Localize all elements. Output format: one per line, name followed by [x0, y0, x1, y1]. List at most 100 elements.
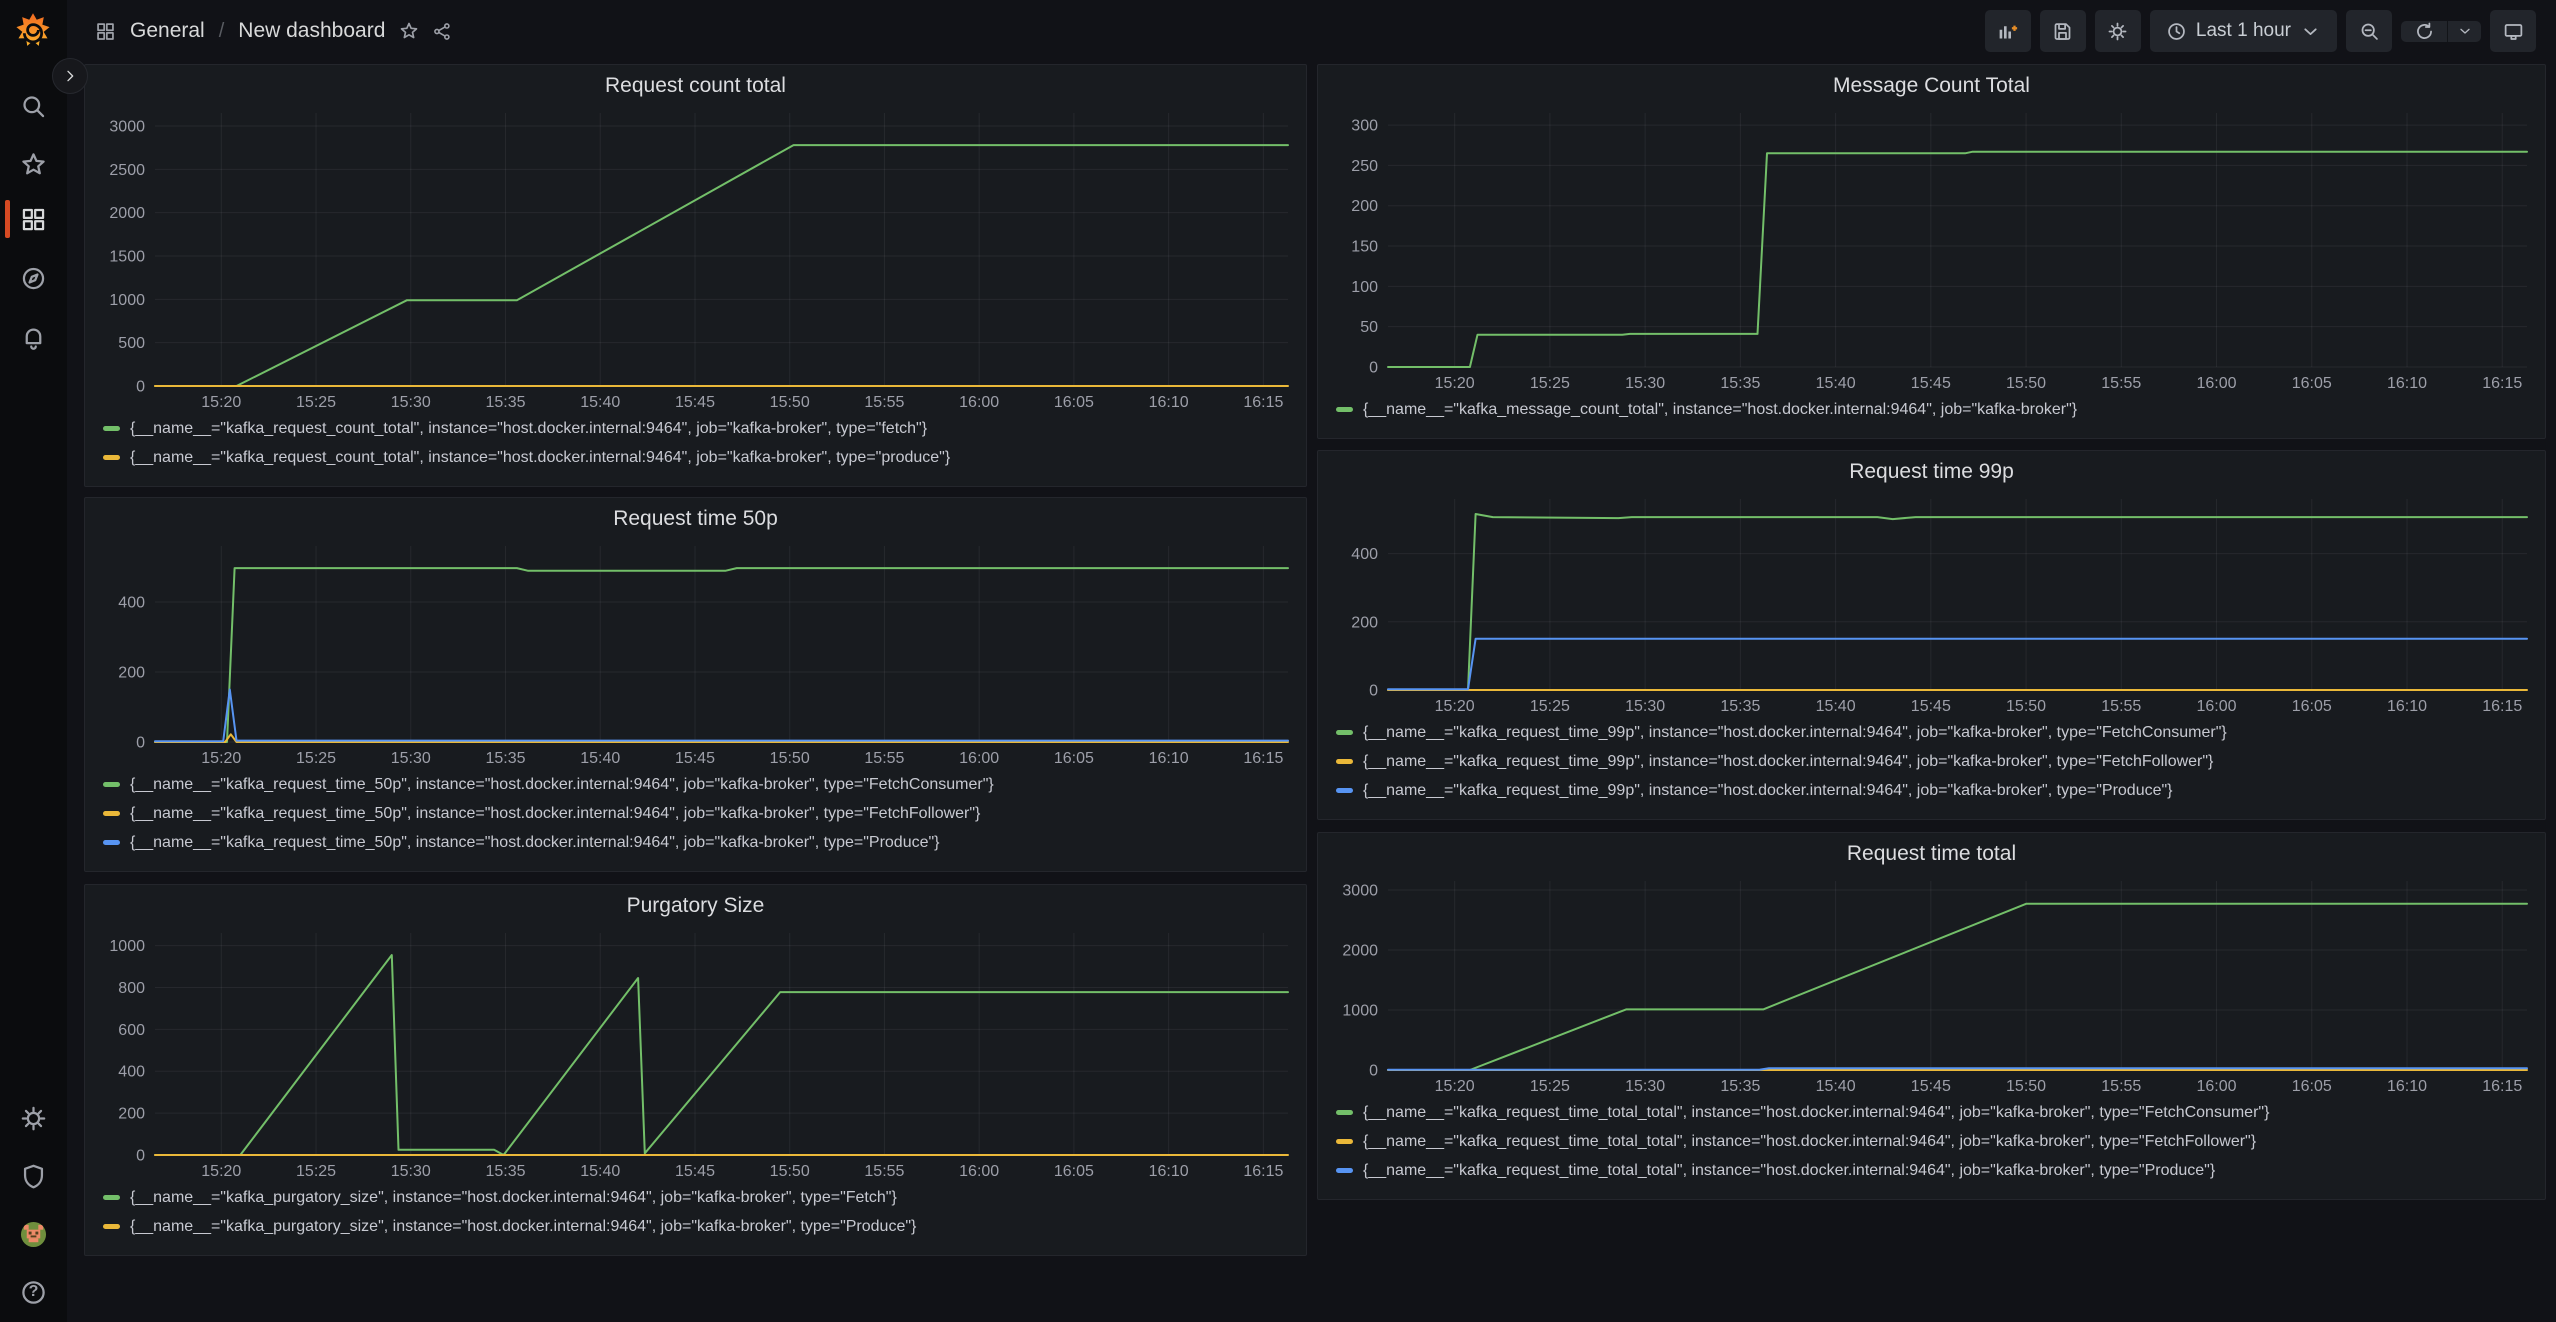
- svg-text:15:40: 15:40: [580, 1163, 620, 1180]
- svg-text:0: 0: [136, 379, 145, 396]
- panel-title[interactable]: Message Count Total: [1318, 65, 2545, 105]
- legend-series-swatch: [103, 426, 120, 431]
- svg-text:16:00: 16:00: [2197, 375, 2237, 392]
- time-series-chart[interactable]: 020040015:2015:2515:3015:3515:4015:4515:…: [85, 538, 1304, 770]
- legend-item[interactable]: {__name__="kafka_purgatory_size", instan…: [103, 1183, 1306, 1212]
- sidebar-item-alerting[interactable]: [0, 315, 67, 359]
- chevron-down-icon: [2300, 21, 2321, 42]
- sidebar-expand-button[interactable]: [52, 58, 88, 94]
- share-icon[interactable]: [433, 22, 452, 41]
- svg-text:15:20: 15:20: [1435, 698, 1475, 715]
- sidebar-item-search[interactable]: [0, 84, 67, 128]
- legend-series-label: {__name__="kafka_request_time_50p", inst…: [130, 776, 994, 794]
- time-series-chart[interactable]: 020040015:2015:2515:3015:3515:4015:4515:…: [1318, 491, 2543, 718]
- sidebar-item-starred[interactable]: [0, 142, 67, 186]
- sidebar-item-explore[interactable]: [0, 256, 67, 300]
- svg-text:15:55: 15:55: [2101, 1078, 2141, 1095]
- dashboard-settings-button[interactable]: [2095, 10, 2141, 52]
- compass-icon: [20, 265, 47, 292]
- svg-text:15:30: 15:30: [391, 750, 431, 767]
- svg-text:300: 300: [1351, 118, 1378, 135]
- svg-text:15:20: 15:20: [201, 394, 241, 411]
- svg-text:15:25: 15:25: [1530, 375, 1570, 392]
- chart-legend: {__name__="kafka_request_time_99p", inst…: [1336, 718, 2545, 805]
- chart-legend: {__name__="kafka_purgatory_size", instan…: [103, 1183, 1306, 1241]
- time-series-chart[interactable]: 05001000150020002500300015:2015:2515:301…: [85, 105, 1304, 414]
- breadcrumb-page-title[interactable]: New dashboard: [238, 19, 385, 43]
- panel-message-count-total: Message Count Total 05010015020025030015…: [1317, 64, 2546, 439]
- sidebar-item-help[interactable]: ?: [0, 1270, 67, 1314]
- svg-text:15:35: 15:35: [485, 750, 525, 767]
- svg-text:400: 400: [118, 1064, 145, 1081]
- gear-icon: [20, 1105, 47, 1132]
- svg-text:16:05: 16:05: [2292, 1078, 2332, 1095]
- panel-title[interactable]: Purgatory Size: [85, 885, 1306, 925]
- legend-item[interactable]: {__name__="kafka_message_count_total", i…: [1336, 395, 2545, 424]
- legend-series-label: {__name__="kafka_request_time_99p", inst…: [1363, 782, 2173, 800]
- legend-series-label: {__name__="kafka_purgatory_size", instan…: [130, 1218, 916, 1236]
- refresh-interval-dropdown[interactable]: [2447, 21, 2481, 42]
- time-series-chart[interactable]: 0200400600800100015:2015:2515:3015:3515:…: [85, 925, 1304, 1183]
- svg-text:600: 600: [118, 1022, 145, 1039]
- svg-text:15:55: 15:55: [2101, 375, 2141, 392]
- topbar: General / New dashboard: [67, 0, 2556, 62]
- add-panel-button[interactable]: [1985, 10, 2031, 52]
- kiosk-mode-button[interactable]: [2490, 10, 2536, 52]
- legend-series-swatch: [1336, 1139, 1353, 1144]
- favorite-star-icon[interactable]: [399, 21, 419, 41]
- user-avatar: [20, 1221, 47, 1248]
- legend-series-label: {__name__="kafka_request_time_total_tota…: [1363, 1104, 2269, 1122]
- svg-text:3000: 3000: [109, 119, 145, 136]
- time-series-chart[interactable]: 010002000300015:2015:2515:3015:3515:4015…: [1318, 873, 2543, 1098]
- sidebar-item-server-admin[interactable]: [0, 1154, 67, 1198]
- legend-item[interactable]: {__name__="kafka_request_count_total", i…: [103, 414, 1306, 443]
- grafana-logo-icon[interactable]: [16, 12, 50, 48]
- svg-text:16:05: 16:05: [1054, 1163, 1094, 1180]
- legend-item[interactable]: {__name__="kafka_request_time_total_tota…: [1336, 1098, 2545, 1127]
- legend-item[interactable]: {__name__="kafka_request_time_99p", inst…: [1336, 718, 2545, 747]
- legend-item[interactable]: {__name__="kafka_request_time_50p", inst…: [103, 770, 1306, 799]
- legend-series-swatch: [103, 811, 120, 816]
- legend-item[interactable]: {__name__="kafka_request_count_total", i…: [103, 443, 1306, 472]
- legend-item[interactable]: {__name__="kafka_request_time_total_tota…: [1336, 1127, 2545, 1156]
- svg-text:15:25: 15:25: [1530, 1078, 1570, 1095]
- svg-text:16:10: 16:10: [2387, 375, 2427, 392]
- panel-title[interactable]: Request count total: [85, 65, 1306, 105]
- legend-series-swatch: [103, 782, 120, 787]
- save-dashboard-button[interactable]: [2040, 10, 2086, 52]
- sidebar-item-profile[interactable]: [0, 1212, 67, 1256]
- svg-text:200: 200: [118, 665, 145, 682]
- legend-item[interactable]: {__name__="kafka_purgatory_size", instan…: [103, 1212, 1306, 1241]
- legend-item[interactable]: {__name__="kafka_request_time_50p", inst…: [103, 799, 1306, 828]
- help-question-glyph: ?: [29, 1283, 39, 1301]
- chart-legend: {__name__="kafka_message_count_total", i…: [1336, 395, 2545, 424]
- svg-text:16:00: 16:00: [2197, 698, 2237, 715]
- panel-title[interactable]: Request time 50p: [85, 498, 1306, 538]
- svg-text:16:00: 16:00: [959, 1163, 999, 1180]
- legend-item[interactable]: {__name__="kafka_request_time_50p", inst…: [103, 828, 1306, 857]
- dashboard-toolbar: Last 1 hour: [1985, 10, 2536, 52]
- breadcrumb-section[interactable]: General: [130, 19, 205, 43]
- panel-title[interactable]: Request time 99p: [1318, 451, 2545, 491]
- time-range-picker[interactable]: Last 1 hour: [2150, 10, 2337, 52]
- svg-text:15:20: 15:20: [1435, 1078, 1475, 1095]
- svg-text:15:35: 15:35: [1720, 1078, 1760, 1095]
- legend-series-swatch: [1336, 407, 1353, 412]
- sidebar-item-configuration[interactable]: [0, 1096, 67, 1140]
- legend-item[interactable]: {__name__="kafka_request_time_total_tota…: [1336, 1156, 2545, 1185]
- legend-series-label: {__name__="kafka_request_time_total_tota…: [1363, 1133, 2256, 1151]
- svg-text:200: 200: [1351, 614, 1378, 631]
- time-series-chart[interactable]: 05010015020025030015:2015:2515:3015:3515…: [1318, 105, 2543, 395]
- legend-item[interactable]: {__name__="kafka_request_time_99p", inst…: [1336, 776, 2545, 805]
- refresh-button[interactable]: [2401, 21, 2447, 42]
- svg-text:15:45: 15:45: [1911, 698, 1951, 715]
- svg-text:15:25: 15:25: [296, 394, 336, 411]
- svg-text:15:20: 15:20: [1435, 375, 1475, 392]
- zoom-out-time-button[interactable]: [2346, 10, 2392, 52]
- svg-text:15:35: 15:35: [1720, 698, 1760, 715]
- sidebar-item-dashboards[interactable]: [0, 197, 67, 241]
- svg-text:1000: 1000: [109, 938, 145, 955]
- legend-item[interactable]: {__name__="kafka_request_time_99p", inst…: [1336, 747, 2545, 776]
- svg-text:0: 0: [136, 735, 145, 752]
- panel-title[interactable]: Request time total: [1318, 833, 2545, 873]
